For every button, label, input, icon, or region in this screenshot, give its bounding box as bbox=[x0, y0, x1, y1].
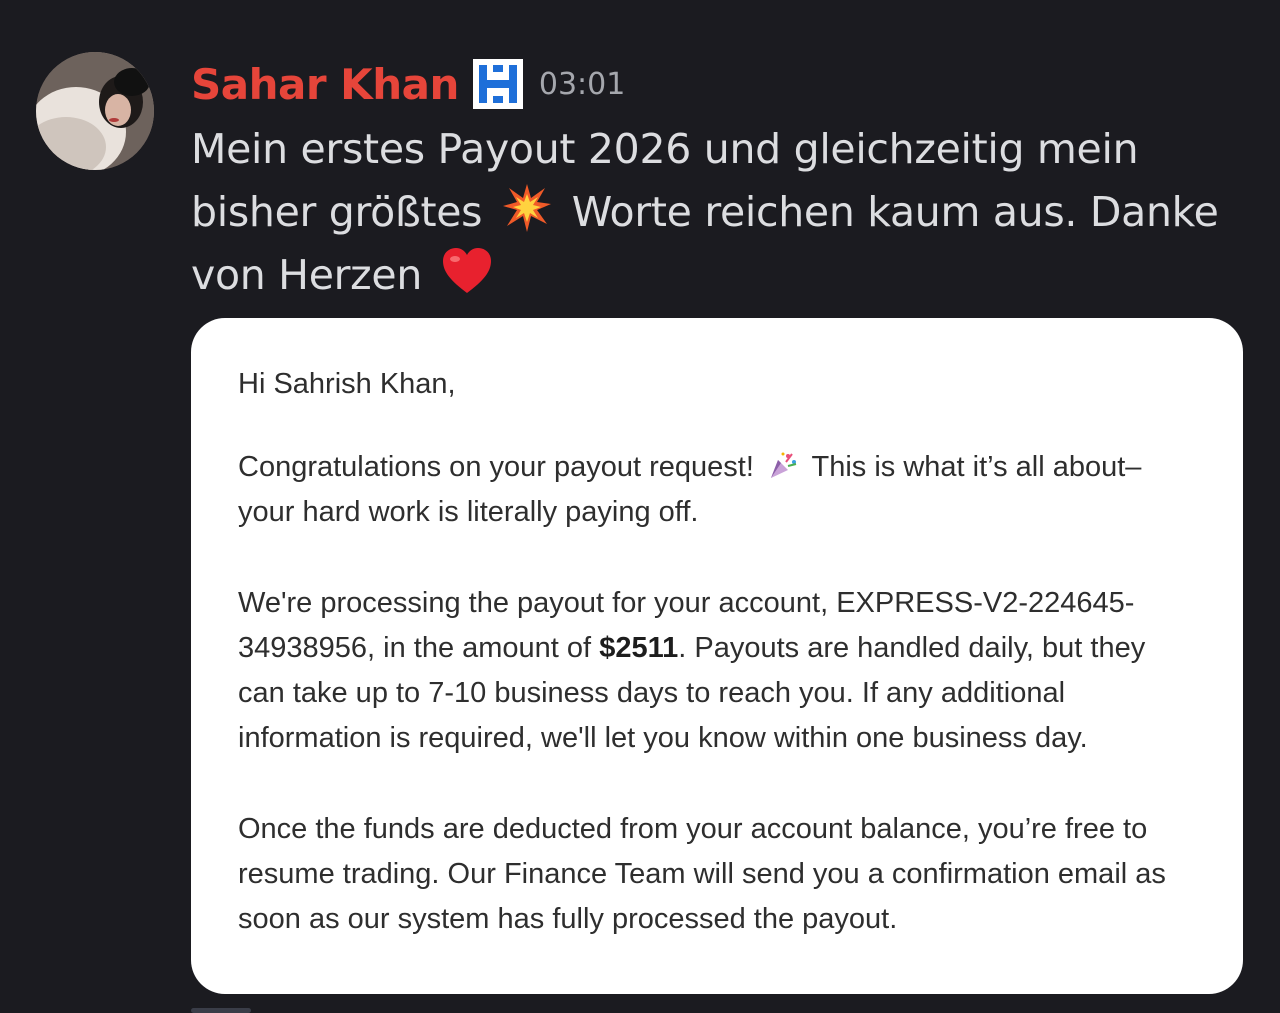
message-timestamp[interactable]: 03:01 bbox=[539, 67, 625, 102]
email-p1-text-a: Congratulations on your payout request! bbox=[238, 451, 754, 483]
email-paragraph-1: Congratulations on your payout request! … bbox=[238, 445, 1198, 535]
author-name[interactable]: Sahar Khan bbox=[191, 60, 459, 109]
email-paragraph-3: Once the funds are deducted from your ac… bbox=[238, 813, 1166, 935]
red-heart-emoji-icon bbox=[442, 248, 491, 293]
email-greeting: Hi Sahrish Khan, bbox=[238, 368, 456, 400]
party-popper-icon bbox=[770, 452, 797, 478]
reaction-bar-edge bbox=[191, 1008, 251, 1013]
email-screenshot: Hi Sahrish Khan, Congratulations on your… bbox=[238, 362, 1198, 988]
payout-amount: $2511 bbox=[599, 632, 679, 664]
image-attachment[interactable]: Hi Sahrish Khan, Congratulations on your… bbox=[191, 318, 1243, 994]
chat-message: Sahar Khan 03:01 Mein erstes Payout 2026… bbox=[0, 0, 1280, 1013]
avatar-photo bbox=[36, 52, 154, 170]
h-monogram-badge-icon[interactable] bbox=[472, 59, 523, 109]
avatar[interactable] bbox=[36, 52, 154, 170]
message-header: Sahar Khan 03:01 bbox=[191, 56, 625, 112]
message-content: Mein erstes Payout 2026 und gleichzeitig… bbox=[191, 118, 1251, 307]
collision-emoji-icon bbox=[502, 184, 551, 232]
email-paragraph-2: We're processing the payout for your acc… bbox=[238, 581, 1198, 761]
